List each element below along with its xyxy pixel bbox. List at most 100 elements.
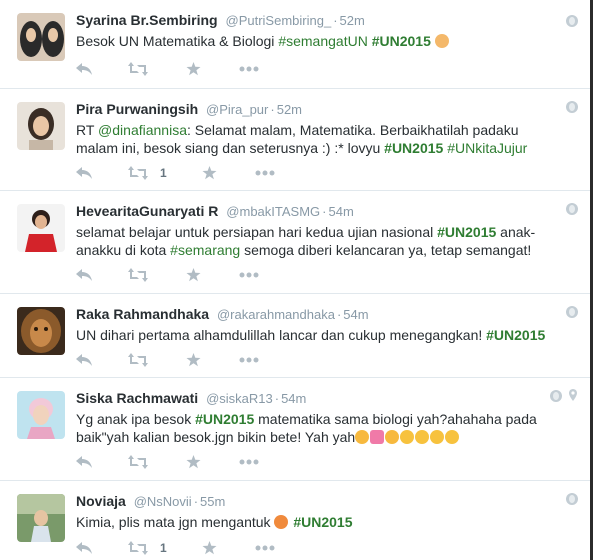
tweet[interactable]: Siska Rachmawati @siskaR13 · 54m Yg anak i… bbox=[0, 378, 590, 481]
hashtag-link[interactable]: #semangatUN bbox=[278, 33, 368, 49]
tweet-header: Syarina Br.Sembiring @PutriSembiring_ · 52… bbox=[76, 12, 580, 30]
location-pin-icon[interactable] bbox=[569, 389, 577, 401]
favorite-icon[interactable] bbox=[186, 60, 201, 78]
more-icon[interactable] bbox=[239, 60, 259, 78]
avatar[interactable] bbox=[17, 102, 65, 150]
separator-dot: · bbox=[193, 494, 199, 509]
tweet-text: Yg anak ipa besok #UN2015 matematika sam… bbox=[76, 410, 562, 446]
globe-icon[interactable] bbox=[566, 101, 578, 113]
favorite-icon[interactable] bbox=[202, 164, 217, 182]
tweet-time[interactable]: 54m bbox=[329, 204, 354, 219]
avatar[interactable] bbox=[17, 307, 65, 355]
reply-icon[interactable] bbox=[76, 453, 92, 471]
tweet-text: Besok UN Matematika & Biologi #semangatU… bbox=[76, 32, 562, 50]
user-handle[interactable]: @PutriSembiring_ bbox=[226, 13, 332, 28]
user-name[interactable]: Syarina Br.Sembiring bbox=[76, 12, 218, 28]
reply-icon[interactable] bbox=[76, 164, 92, 182]
separator-dot: · bbox=[274, 391, 280, 406]
tweet[interactable]: Pira Purwaningsih @Pira_pur · 52m RT @dina… bbox=[0, 89, 590, 191]
tongue-emoji-icon bbox=[385, 430, 400, 444]
tweet-text: UN dihari pertama alhamdulillah lancar d… bbox=[76, 326, 562, 344]
more-icon[interactable] bbox=[239, 351, 259, 369]
user-name[interactable]: Noviaja bbox=[76, 493, 126, 509]
user-name[interactable]: Pira Purwaningsih bbox=[76, 101, 198, 117]
favorite-icon[interactable] bbox=[186, 266, 201, 284]
globe-icon[interactable] bbox=[566, 306, 578, 318]
tweet[interactable]: Syarina Br.Sembiring @PutriSembiring_ · 52… bbox=[0, 0, 590, 89]
tweet[interactable]: Noviaja @NsNovii · 55m Kimia, plis mata jg… bbox=[0, 481, 590, 560]
user-handle[interactable]: @mbakITASMG bbox=[226, 204, 320, 219]
laughing-emoji-icon bbox=[430, 430, 445, 444]
hashtag-link[interactable]: #semarang bbox=[170, 242, 240, 258]
tweet-text-part: UN dihari pertama alhamdulillah lancar d… bbox=[76, 327, 487, 343]
user-handle[interactable]: @rakarahmandhaka bbox=[217, 307, 335, 322]
hashtag-link[interactable]: #UN2015 bbox=[486, 327, 545, 343]
globe-icon[interactable] bbox=[566, 15, 578, 27]
more-icon[interactable] bbox=[239, 266, 259, 284]
retweet-icon[interactable]: 1 bbox=[128, 164, 167, 182]
tweet[interactable]: HevearitaGunaryati R @mbakITASMG · 54m sel… bbox=[0, 191, 590, 294]
favorite-icon[interactable] bbox=[202, 539, 217, 557]
retweet-icon[interactable] bbox=[128, 60, 160, 78]
user-handle[interactable]: @NsNovii bbox=[134, 494, 192, 509]
user-handle[interactable]: @siskaR13 bbox=[206, 391, 273, 406]
more-icon[interactable] bbox=[239, 453, 259, 471]
separator-dot: · bbox=[336, 307, 342, 322]
avatar[interactable] bbox=[17, 204, 65, 252]
tweet-text-part: Kimia, plis mata jgn mengantuk bbox=[76, 514, 275, 530]
hashtag-link[interactable]: #UN2015 bbox=[437, 224, 496, 240]
hearts-emoji-icon bbox=[370, 430, 385, 444]
hashtag-link[interactable]: #UN2015 bbox=[372, 33, 431, 49]
user-name[interactable]: Siska Rachmawati bbox=[76, 390, 198, 406]
retweet-icon[interactable] bbox=[128, 453, 160, 471]
tweet-text-part: selamat belajar untuk persiapan hari ked… bbox=[76, 224, 438, 240]
retweet-icon[interactable]: 1 bbox=[128, 539, 167, 557]
hashtag-link[interactable]: #UNkitaJujur bbox=[447, 140, 527, 156]
heart-eyes-emoji-icon bbox=[355, 430, 370, 444]
reply-icon[interactable] bbox=[76, 60, 92, 78]
hashtag-link[interactable]: #UN2015 bbox=[384, 140, 443, 156]
globe-icon[interactable] bbox=[566, 203, 578, 215]
reply-icon[interactable] bbox=[76, 539, 92, 557]
avatar[interactable] bbox=[17, 13, 65, 61]
reply-icon[interactable] bbox=[76, 266, 92, 284]
more-icon[interactable] bbox=[255, 539, 275, 557]
user-handle[interactable]: @Pira_pur bbox=[206, 102, 268, 117]
globe-icon[interactable] bbox=[566, 493, 578, 505]
tweet-text-part: semoga diberi kelancaran ya, tetap seman… bbox=[240, 242, 532, 258]
tweet-text: RT @dinafiannisa: Selamat malam, Matemat… bbox=[76, 121, 562, 157]
more-icon[interactable] bbox=[255, 164, 275, 182]
laughing-emoji-icon bbox=[415, 430, 430, 444]
user-name[interactable]: Raka Rahmandhaka bbox=[76, 306, 209, 322]
angry-emoji-icon bbox=[274, 515, 289, 529]
emoji-icon bbox=[434, 34, 449, 48]
tweet-text: Kimia, plis mata jgn mengantuk #UN2015 bbox=[76, 513, 562, 531]
retweet-icon[interactable] bbox=[128, 351, 160, 369]
hashtag-link[interactable]: #UN2015 bbox=[195, 411, 254, 427]
tweet-text-part: Yg anak ipa besok bbox=[76, 411, 196, 427]
tweet-time[interactable]: 54m bbox=[281, 391, 306, 406]
tweet[interactable]: Raka Rahmandhaka @rakarahmandhaka · 54m UN… bbox=[0, 294, 590, 378]
favorite-icon[interactable] bbox=[186, 351, 201, 369]
reply-icon[interactable] bbox=[76, 351, 92, 369]
laughing-emoji-icon bbox=[445, 430, 460, 444]
favorite-icon[interactable] bbox=[186, 453, 201, 471]
tweet-time[interactable]: 55m bbox=[200, 494, 225, 509]
tweet-time[interactable]: 52m bbox=[277, 102, 302, 117]
tweet-text-part: Besok UN Matematika & Biologi bbox=[76, 33, 279, 49]
retweet-count: 1 bbox=[160, 166, 167, 180]
tweet-text: selamat belajar untuk persiapan hari ked… bbox=[76, 223, 562, 259]
avatar[interactable] bbox=[17, 494, 65, 542]
globe-icon[interactable] bbox=[550, 390, 562, 402]
avatar[interactable] bbox=[17, 391, 65, 439]
user-name[interactable]: HevearitaGunaryati R bbox=[76, 203, 218, 219]
hashtag-link[interactable]: #UN2015 bbox=[293, 514, 352, 530]
separator-dot: · bbox=[322, 204, 327, 219]
mention-link[interactable]: @dinafiannisa bbox=[98, 122, 187, 138]
tweet-header: HevearitaGunaryati R @mbakITASMG · 54m bbox=[76, 203, 580, 221]
retweet-icon[interactable] bbox=[128, 266, 160, 284]
tweet-time[interactable]: 54m bbox=[343, 307, 368, 322]
tweet-header: Raka Rahmandhaka @rakarahmandhaka · 54m bbox=[76, 306, 580, 324]
tweet-time[interactable]: 52m bbox=[340, 13, 365, 28]
tweet-header: Noviaja @NsNovii · 55m bbox=[76, 493, 580, 511]
